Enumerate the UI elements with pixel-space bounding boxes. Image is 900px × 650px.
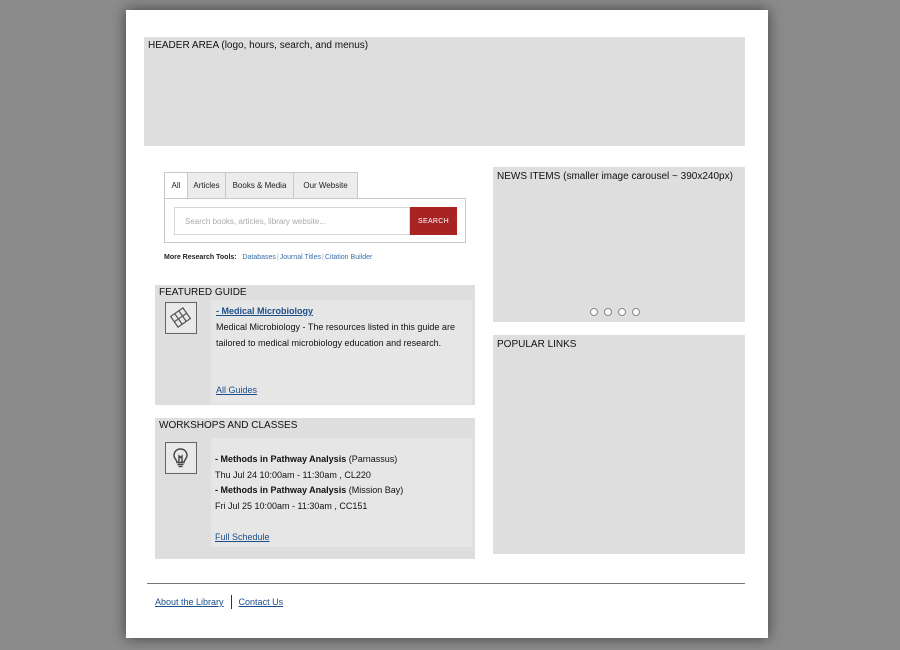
tab-articles[interactable]: Articles bbox=[187, 172, 226, 198]
workshop-item-2-when: Fri Jul 25 10:00am - 11:30am , CC151 bbox=[215, 501, 368, 511]
workshop-item-1-location: (Parnassus) bbox=[348, 454, 398, 464]
carousel-dot-3[interactable] bbox=[618, 308, 626, 316]
footer: About the Library Contact Us bbox=[155, 595, 283, 609]
page: HEADER AREA (logo, hours, search, and me… bbox=[126, 10, 768, 638]
workshop-item-2: - Methods in Pathway Analysis (Mission B… bbox=[215, 483, 465, 499]
citation-builder-link[interactable]: Citation Builder bbox=[325, 254, 372, 261]
workshop-item-1-when: Thu Jul 24 10:00am - 11:30am , CL220 bbox=[215, 470, 371, 480]
all-guides-link[interactable]: All Guides bbox=[216, 383, 257, 399]
full-schedule-link[interactable]: Full Schedule bbox=[215, 530, 270, 546]
carousel-dot-4[interactable] bbox=[632, 308, 640, 316]
carousel-dot-2[interactable] bbox=[604, 308, 612, 316]
header-area-label: HEADER AREA (logo, hours, search, and me… bbox=[148, 40, 369, 51]
databases-link[interactable]: Databases bbox=[242, 254, 275, 261]
search-button[interactable]: SEARCH bbox=[410, 207, 457, 235]
map-icon bbox=[165, 302, 197, 334]
header-area: HEADER AREA (logo, hours, search, and me… bbox=[144, 37, 745, 146]
featured-guide-description: Medical Microbiology - The resources lis… bbox=[216, 322, 455, 348]
search-input[interactable] bbox=[174, 207, 410, 235]
lightbulb-icon bbox=[165, 442, 197, 474]
featured-guide-label: FEATURED GUIDE bbox=[159, 287, 247, 298]
workshop-item-2-title[interactable]: - Methods in Pathway Analysis bbox=[215, 485, 346, 495]
more-research-tools: More Research Tools: Databases|Journal T… bbox=[164, 254, 373, 261]
featured-guide-panel: FEATURED GUIDE - Medical Microbiology Me… bbox=[155, 285, 475, 405]
footer-link-separator bbox=[230, 595, 232, 609]
tab-our-website[interactable]: Our Website bbox=[293, 172, 358, 198]
news-label: NEWS ITEMS (smaller image carousel ~ 390… bbox=[497, 171, 733, 182]
popular-links-panel: POPULAR LINKS bbox=[493, 335, 745, 554]
contact-us-link[interactable]: Contact Us bbox=[239, 597, 284, 607]
workshop-item-1: - Methods in Pathway Analysis (Parnassus… bbox=[215, 452, 465, 468]
search-tabs: All Articles Books & Media Our Website bbox=[164, 172, 358, 198]
journal-titles-link[interactable]: Journal Titles bbox=[280, 254, 321, 261]
workshop-item-2-location: (Mission Bay) bbox=[348, 485, 404, 495]
workshop-item-1-title[interactable]: - Methods in Pathway Analysis bbox=[215, 454, 346, 464]
popular-links-label: POPULAR LINKS bbox=[497, 339, 577, 350]
tab-books-media[interactable]: Books & Media bbox=[225, 172, 294, 198]
search-box: SEARCH bbox=[164, 198, 466, 243]
carousel-dots bbox=[590, 308, 640, 316]
tab-all[interactable]: All bbox=[164, 172, 188, 198]
carousel-dot-1[interactable] bbox=[590, 308, 598, 316]
featured-guide-title-link[interactable]: - Medical Microbiology bbox=[216, 304, 313, 320]
workshops-panel: WORKSHOPS AND CLASSES - Methods in Pathw… bbox=[155, 418, 475, 559]
footer-divider bbox=[147, 583, 745, 584]
news-carousel: NEWS ITEMS (smaller image carousel ~ 390… bbox=[493, 167, 745, 322]
more-tools-label: More Research Tools: bbox=[164, 254, 237, 261]
workshops-label: WORKSHOPS AND CLASSES bbox=[159, 420, 298, 431]
about-library-link[interactable]: About the Library bbox=[155, 597, 224, 607]
